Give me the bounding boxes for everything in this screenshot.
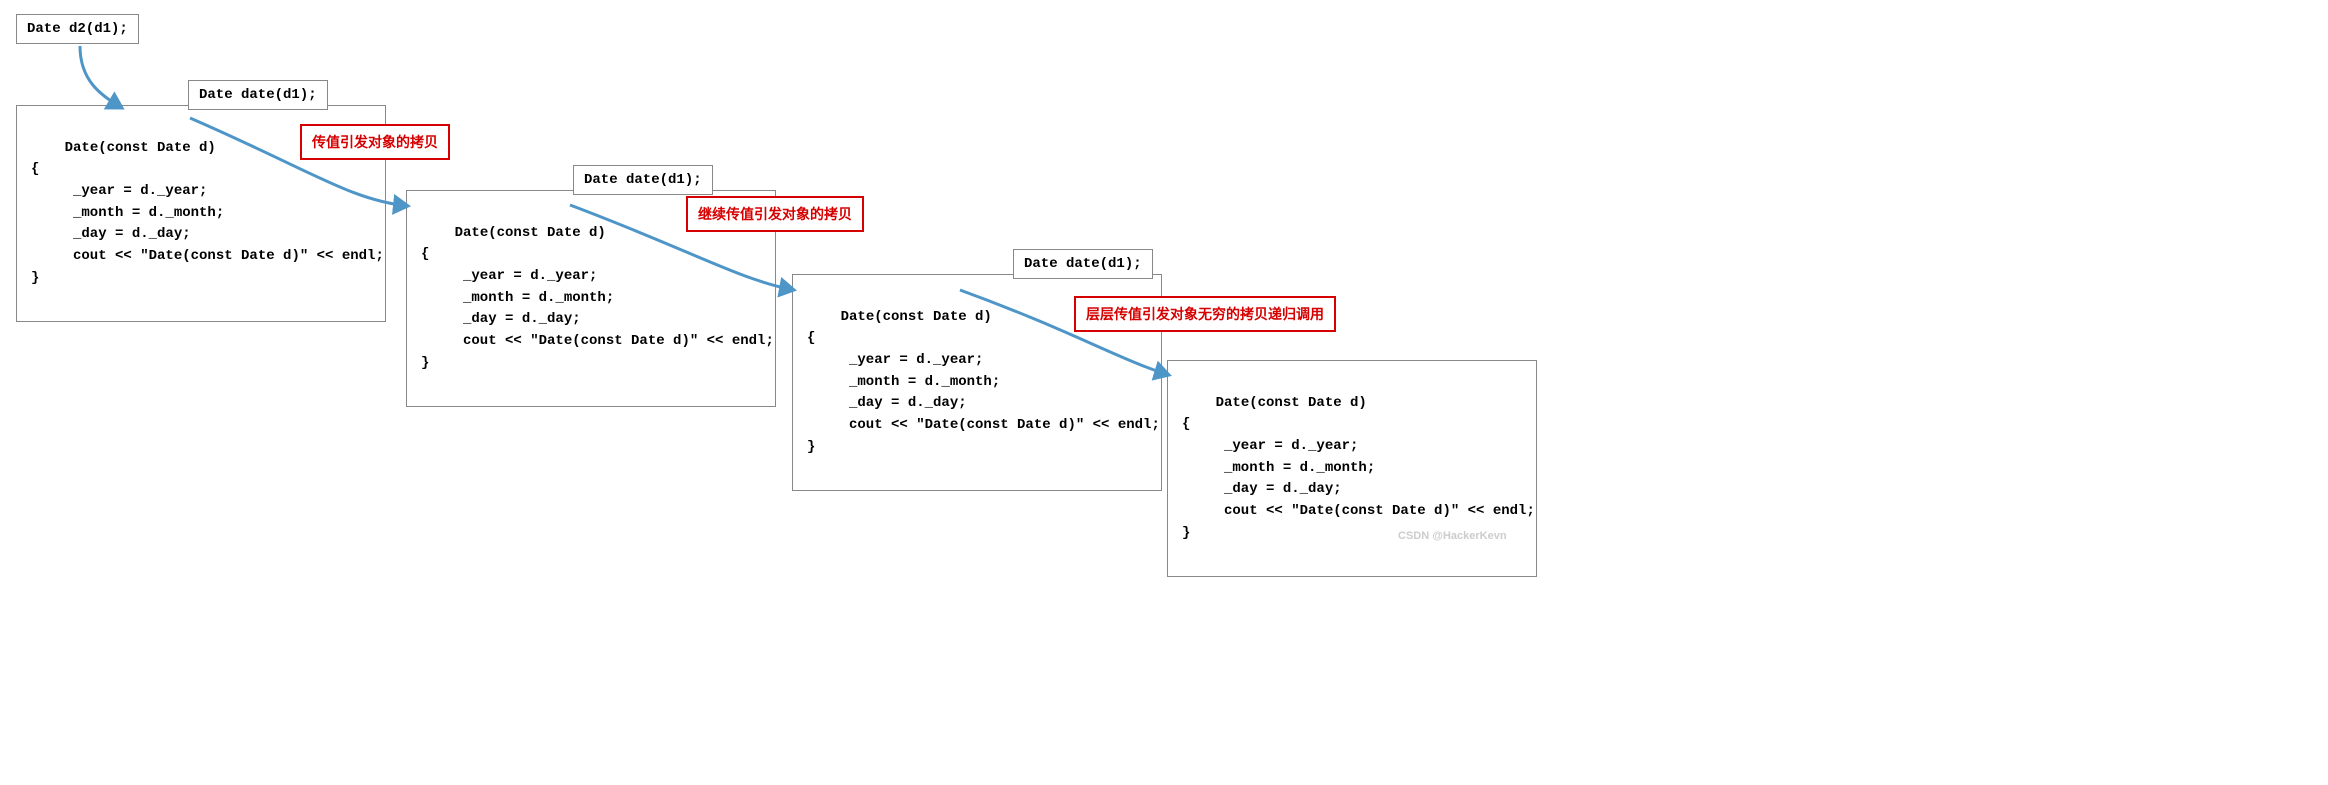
initial-call-text: Date d2(d1); (27, 21, 128, 37)
annotation-2-text: 继续传值引发对象的拷贝 (698, 206, 852, 222)
date-call-3-text: Date date(d1); (1024, 256, 1142, 272)
func-body-2-text: Date(const Date d) { _year = d._year; _m… (421, 225, 774, 371)
date-call-3: Date date(d1); (1013, 249, 1153, 279)
func-body-1-text: Date(const Date d) { _year = d._year; _m… (31, 140, 384, 286)
annotation-1: 传值引发对象的拷贝 (300, 124, 450, 160)
watermark: CSDN @HackerKevn (1398, 530, 1507, 542)
date-call-1: Date date(d1); (188, 80, 328, 110)
date-call-2-text: Date date(d1); (584, 172, 702, 188)
watermark-text: CSDN @HackerKevn (1398, 530, 1507, 542)
annotation-2: 继续传值引发对象的拷贝 (686, 196, 864, 232)
annotation-3: 层层传值引发对象无穷的拷贝递归调用 (1074, 296, 1336, 332)
func-body-4: Date(const Date d) { _year = d._year; _m… (1167, 360, 1537, 577)
date-call-2: Date date(d1); (573, 165, 713, 195)
annotation-1-text: 传值引发对象的拷贝 (312, 134, 438, 150)
diagram-canvas: Date d2(d1); Date(const Date d) { _year … (0, 0, 2328, 785)
func-body-4-text: Date(const Date d) { _year = d._year; _m… (1182, 395, 1535, 541)
initial-call-box: Date d2(d1); (16, 14, 139, 44)
date-call-1-text: Date date(d1); (199, 87, 317, 103)
annotation-3-text: 层层传值引发对象无穷的拷贝递归调用 (1086, 306, 1324, 322)
